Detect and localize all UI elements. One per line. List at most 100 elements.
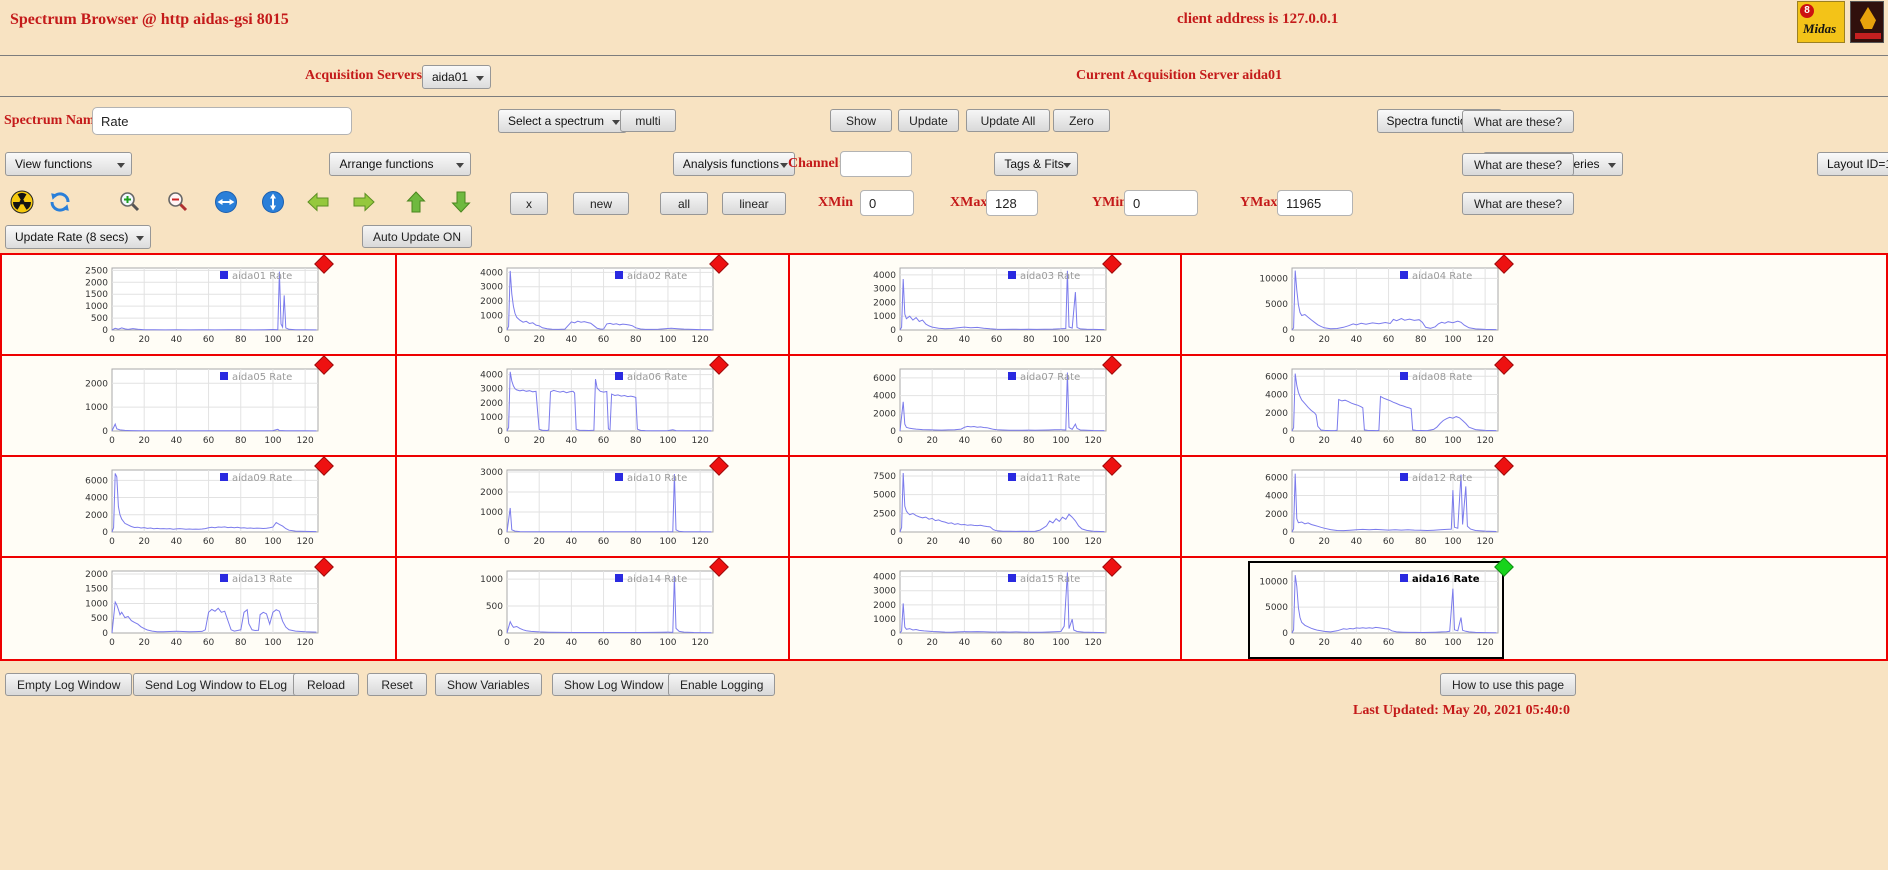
spectrum-chart-aida06[interactable]: 02040608010012001000200030004000aida06 R… [465,361,717,455]
svg-text:100: 100 [1444,638,1461,648]
expand-y-icon[interactable] [261,190,285,214]
acquisition-server-select[interactable]: aida01 [422,65,491,89]
plot-aida14: 02040608010012005001000aida14 Rate [465,563,717,657]
svg-text:0: 0 [1289,537,1295,547]
how-to-use-button[interactable]: How to use this page [1440,673,1576,696]
spectrum-chart-aida14[interactable]: 02040608010012005001000aida14 Rate [465,563,717,657]
update-rate-value: Update Rate (8 secs) [15,230,128,244]
emblem-banner [1855,33,1881,39]
spectrum-panel-aida08[interactable]: 0204060801001200200040006000aida08 Rate [1182,356,1886,457]
radiation-icon[interactable] [10,190,34,214]
x-axis-button[interactable]: x [510,192,548,215]
spectrum-chart-aida05[interactable]: 020406080100120010002000aida05 Rate [70,361,322,455]
ymin-input[interactable] [1124,190,1198,216]
channel-input[interactable] [840,151,912,177]
view-functions-dropdown[interactable]: View functions [5,152,132,176]
xmin-input[interactable] [860,190,914,216]
svg-text:80: 80 [1415,537,1427,547]
ymax-input[interactable] [1277,190,1353,216]
spectrum-panel-aida07[interactable]: 0204060801001200200040006000aida07 Rate [790,356,1182,457]
spectrum-name-input[interactable] [92,107,352,135]
arrow-down-icon[interactable] [449,190,473,214]
send-log-to-elog-button[interactable]: Send Log Window to ELog [133,673,299,696]
update-button[interactable]: Update [898,109,959,132]
svg-text:3000: 3000 [873,587,896,597]
all-button[interactable]: all [660,192,708,215]
svg-text:500: 500 [486,602,503,612]
what-are-these-button-2[interactable]: What are these? [1462,153,1574,176]
multi-button[interactable]: multi [620,109,676,132]
show-button[interactable]: Show [830,109,892,132]
svg-text:aida15 Rate: aida15 Rate [1020,574,1080,585]
svg-text:20: 20 [926,436,938,446]
spectrum-chart-aida16[interactable]: 0204060801001200500010000aida16 Rate [1250,563,1502,657]
expand-x-icon[interactable] [214,190,238,214]
svg-text:500: 500 [91,614,108,624]
spectrum-panel-aida01[interactable]: 02040608010012005001000150020002500aida0… [2,255,397,356]
spectrum-chart-aida13[interactable]: 0204060801001200500100015002000aida13 Ra… [70,563,322,657]
view-functions-value: View functions [15,157,92,171]
reload-button[interactable]: Reload [293,673,359,696]
svg-text:2000: 2000 [1265,409,1288,419]
refresh-icon[interactable] [48,190,72,214]
linear-button[interactable]: linear [722,192,786,215]
spectrum-panel-aida14[interactable]: 02040608010012005001000aida14 Rate [397,558,790,659]
plot-aida04: 0204060801001200500010000aida04 Rate [1250,260,1502,354]
svg-text:0: 0 [497,528,503,538]
new-button[interactable]: new [573,192,629,215]
spectrum-chart-aida10[interactable]: 0204060801001200100020003000aida10 Rate [465,462,717,556]
spectrum-chart-aida09[interactable]: 0204060801001200200040006000aida09 Rate [70,462,322,556]
svg-text:0: 0 [102,326,108,336]
spectrum-chart-aida07[interactable]: 0204060801001200200040006000aida07 Rate [858,361,1110,455]
zoom-out-icon[interactable] [166,190,190,214]
svg-text:20: 20 [1318,537,1330,547]
svg-text:4000: 4000 [85,494,108,504]
empty-log-window-button[interactable]: Empty Log Window [5,673,132,696]
arrange-functions-dropdown[interactable]: Arrange functions [329,152,471,176]
update-all-button[interactable]: Update All [966,109,1050,132]
spectrum-chart-aida04[interactable]: 0204060801001200500010000aida04 Rate [1250,260,1502,354]
spectrum-panel-aida10[interactable]: 0204060801001200100020003000aida10 Rate [397,457,790,558]
what-are-these-button-3[interactable]: What are these? [1462,192,1574,215]
spectrum-chart-aida01[interactable]: 02040608010012005001000150020002500aida0… [70,260,322,354]
show-log-window-button[interactable]: Show Log Window [552,673,675,696]
spectrum-chart-aida15[interactable]: 02040608010012001000200030004000aida15 R… [858,563,1110,657]
reset-button[interactable]: Reset [367,673,427,696]
spectrum-panel-aida11[interactable]: 0204060801001200250050007500aida11 Rate [790,457,1182,558]
auto-update-button[interactable]: Auto Update ON [362,225,472,248]
xmax-input[interactable] [986,190,1038,216]
spectrum-panel-aida02[interactable]: 02040608010012001000200030004000aida02 R… [397,255,790,356]
acquisition-server-value: aida01 [432,70,468,84]
show-variables-button[interactable]: Show Variables [435,673,542,696]
spectrum-chart-aida08[interactable]: 0204060801001200200040006000aida08 Rate [1250,361,1502,455]
spectrum-panel-aida03[interactable]: 02040608010012001000200030004000aida03 R… [790,255,1182,356]
arrow-right-icon[interactable] [352,190,376,214]
spectrum-chart-aida11[interactable]: 0204060801001200250050007500aida11 Rate [858,462,1110,556]
spectrum-chart-aida12[interactable]: 0204060801001200200040006000aida12 Rate [1250,462,1502,556]
spectrum-panel-aida06[interactable]: 02040608010012001000200030004000aida06 R… [397,356,790,457]
spectrum-chart-aida02[interactable]: 02040608010012001000200030004000aida02 R… [465,260,717,354]
spectrum-panel-aida13[interactable]: 0204060801001200500100015002000aida13 Ra… [2,558,397,659]
spectrum-panel-aida04[interactable]: 0204060801001200500010000aida04 Rate [1182,255,1886,356]
svg-text:80: 80 [1023,638,1035,648]
svg-text:120: 120 [297,335,314,345]
svg-text:60: 60 [598,638,610,648]
zoom-in-icon[interactable] [118,190,142,214]
zero-button[interactable]: Zero [1053,109,1110,132]
update-rate-dropdown[interactable]: Update Rate (8 secs) [5,225,151,249]
spectrum-panel-aida09[interactable]: 0204060801001200200040006000aida09 Rate [2,457,397,558]
spectrum-panel-aida05[interactable]: 020406080100120010002000aida05 Rate [2,356,397,457]
analysis-functions-dropdown[interactable]: Analysis functions [673,152,795,176]
select-spectrum-dropdown[interactable]: Select a spectrum [498,109,627,133]
spectrum-panel-aida15[interactable]: 02040608010012001000200030004000aida15 R… [790,558,1182,659]
spectrum-panel-aida12[interactable]: 0204060801001200200040006000aida12 Rate [1182,457,1886,558]
layout-id-dropdown[interactable]: Layout ID=1 [1817,152,1888,176]
svg-text:5000: 5000 [1265,300,1288,310]
spectrum-chart-aida03[interactable]: 02040608010012001000200030004000aida03 R… [858,260,1110,354]
spectrum-panel-aida16[interactable]: 0204060801001200500010000aida16 Rate [1182,558,1886,659]
what-are-these-button-1[interactable]: What are these? [1462,110,1574,133]
arrow-left-icon[interactable] [306,190,330,214]
tags-fits-dropdown[interactable]: Tags & Fits [994,152,1078,176]
arrow-up-icon[interactable] [404,190,428,214]
enable-logging-button[interactable]: Enable Logging [668,673,775,696]
